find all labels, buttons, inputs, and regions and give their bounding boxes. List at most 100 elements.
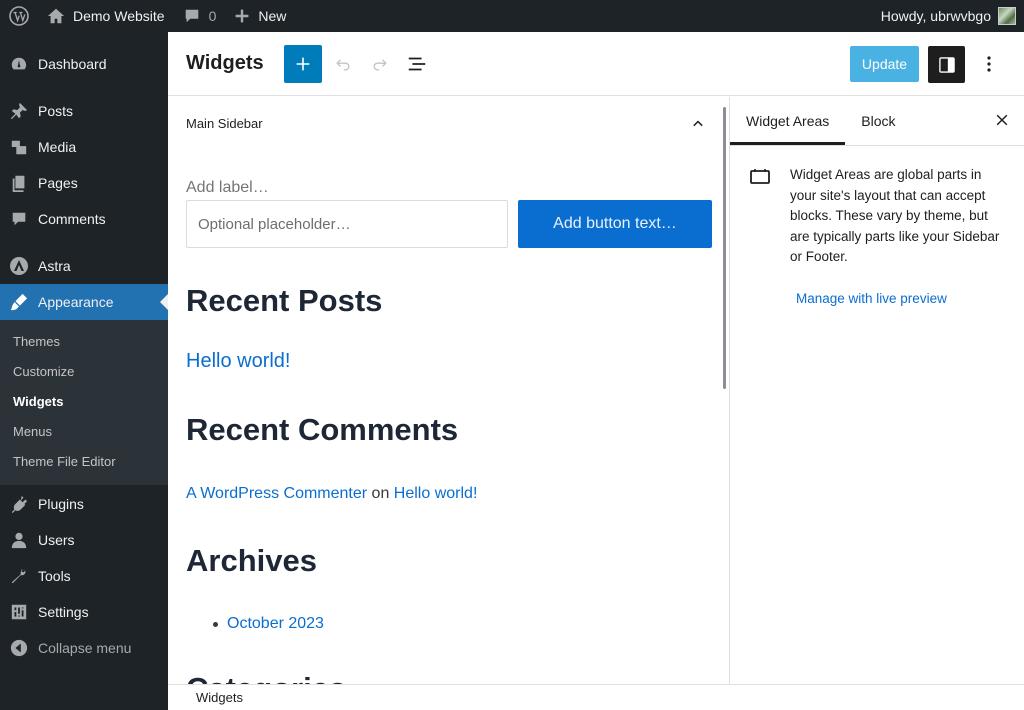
- howdy-text: Howdy, ubrwvbgo: [880, 8, 991, 24]
- plug-icon: [9, 494, 29, 514]
- menu-tools[interactable]: Tools: [0, 558, 168, 594]
- menu-astra[interactable]: Astra: [0, 248, 168, 284]
- submenu-customize[interactable]: Customize: [0, 357, 168, 387]
- new-content-link[interactable]: New: [225, 0, 295, 32]
- plus-icon: [296, 57, 310, 70]
- media-icon: [9, 137, 29, 157]
- comment-bubble-icon: [185, 9, 198, 23]
- chevron-up-icon: [693, 120, 703, 127]
- my-account-link[interactable]: Howdy, ubrwvbgo: [872, 0, 1024, 32]
- menu-posts[interactable]: Posts: [0, 93, 168, 129]
- comment-icon: [9, 209, 29, 229]
- submenu-menus[interactable]: Menus: [0, 417, 168, 447]
- redo-button[interactable]: [363, 47, 397, 81]
- sidebar-panel-icon: [938, 56, 955, 73]
- menu-plugins[interactable]: Plugins: [0, 486, 168, 522]
- redo-icon: [373, 58, 387, 70]
- new-label: New: [258, 8, 287, 24]
- editor-footer: Widgets: [168, 684, 1024, 710]
- commenter-link[interactable]: A WordPress Commenter: [186, 485, 367, 502]
- menu-label: Settings: [38, 604, 89, 620]
- list-view-button[interactable]: [400, 47, 434, 81]
- comment-post-link[interactable]: Hello world!: [394, 485, 478, 502]
- comment-entry: A WordPress Commenter on Hello world!: [186, 485, 477, 503]
- comments-count: 0: [208, 8, 217, 24]
- menu-label: Comments: [38, 211, 106, 227]
- search-input[interactable]: Optional placeholder…: [186, 200, 508, 248]
- post-link[interactable]: Hello world!: [186, 350, 290, 373]
- menu-label: Pages: [38, 175, 78, 191]
- menu-pages[interactable]: Pages: [0, 165, 168, 201]
- site-name-link[interactable]: Demo Website: [38, 0, 174, 32]
- breadcrumb[interactable]: Widgets: [196, 690, 243, 705]
- undo-button[interactable]: [326, 47, 360, 81]
- home-icon: [47, 8, 65, 24]
- bullet: [213, 621, 218, 627]
- sidebar-tabs: Widget Areas Block: [730, 97, 1024, 146]
- admin-menu: Dashboard Posts Media Pages Comments Ast…: [0, 32, 168, 710]
- undo-icon: [335, 58, 350, 70]
- menu-users[interactable]: Users: [0, 522, 168, 558]
- close-sidebar-button[interactable]: [994, 112, 1010, 133]
- site-name: Demo Website: [73, 8, 165, 24]
- menu-label: Tools: [38, 568, 71, 584]
- submenu-themes[interactable]: Themes: [0, 327, 168, 357]
- menu-appearance[interactable]: Appearance: [0, 284, 168, 320]
- list-view-icon: [408, 57, 425, 70]
- canvas-scrollbar[interactable]: [723, 107, 726, 389]
- brush-icon: [9, 292, 29, 312]
- menu-comments[interactable]: Comments: [0, 201, 168, 237]
- widget-area-icon: [750, 165, 770, 268]
- menu-label: Appearance: [38, 294, 114, 310]
- pin-icon: [9, 101, 29, 121]
- tab-block[interactable]: Block: [845, 96, 911, 145]
- pages-icon: [9, 173, 29, 193]
- admin-bar: Demo Website 0 New Howdy, ubrwvbgo: [0, 0, 1024, 32]
- widget-area-toggle[interactable]: [688, 114, 708, 139]
- avatar: [998, 7, 1016, 25]
- comments-link[interactable]: 0: [174, 0, 226, 32]
- submenu-theme-file-editor[interactable]: Theme File Editor: [0, 447, 168, 477]
- settings-sidebar: Widget Areas Block Widget Areas are glob…: [729, 97, 1024, 684]
- appearance-submenu: Themes Customize Widgets Menus Theme Fil…: [0, 320, 168, 485]
- widgets-canvas: Main Sidebar Add label… Optional placeho…: [168, 97, 729, 684]
- wrench-icon: [9, 566, 29, 586]
- add-block-button[interactable]: [283, 44, 322, 83]
- page-title: Widgets: [186, 52, 264, 74]
- options-menu-button[interactable]: [974, 46, 1004, 82]
- archive-link[interactable]: October 2023: [227, 615, 324, 633]
- more-vertical-icon: [987, 56, 991, 72]
- categories-heading: Categories: [186, 671, 346, 684]
- menu-label: Posts: [38, 103, 74, 119]
- editor-header: Widgets Update: [168, 32, 1024, 96]
- wordpress-logo-button[interactable]: [0, 0, 38, 32]
- recent-comments-heading: Recent Comments: [186, 412, 459, 447]
- search-block-label[interactable]: Add label…: [186, 179, 269, 197]
- menu-label: Collapse menu: [38, 640, 132, 656]
- close-icon: [996, 114, 1008, 126]
- settings-toggle-button[interactable]: [928, 46, 965, 83]
- submenu-widgets[interactable]: Widgets: [0, 387, 168, 417]
- menu-dashboard[interactable]: Dashboard: [0, 46, 168, 82]
- menu-settings[interactable]: Settings: [0, 594, 168, 630]
- manage-live-preview-link[interactable]: Manage with live preview: [796, 291, 947, 306]
- archives-heading: Archives: [186, 543, 317, 578]
- search-button[interactable]: Add button text…: [518, 200, 712, 248]
- widget-areas-description: Widget Areas are global parts in your si…: [790, 167, 1000, 264]
- menu-label: Astra: [38, 258, 71, 274]
- widget-area-title[interactable]: Main Sidebar: [186, 116, 263, 131]
- menu-media[interactable]: Media: [0, 129, 168, 165]
- update-button[interactable]: Update: [850, 46, 919, 82]
- tab-widget-areas[interactable]: Widget Areas: [730, 96, 845, 145]
- menu-label: Media: [38, 139, 77, 155]
- widget-areas-info: Widget Areas are global parts in your si…: [750, 165, 1005, 268]
- comment-on-text: on: [371, 485, 390, 502]
- collapse-icon: [9, 638, 29, 658]
- menu-label: Plugins: [38, 496, 84, 512]
- menu-label: Dashboard: [38, 56, 107, 72]
- dashboard-icon: [9, 54, 29, 74]
- user-icon: [9, 530, 29, 550]
- recent-posts-heading: Recent Posts: [186, 283, 383, 318]
- astra-icon: [9, 256, 29, 276]
- collapse-menu-button[interactable]: Collapse menu: [0, 630, 168, 666]
